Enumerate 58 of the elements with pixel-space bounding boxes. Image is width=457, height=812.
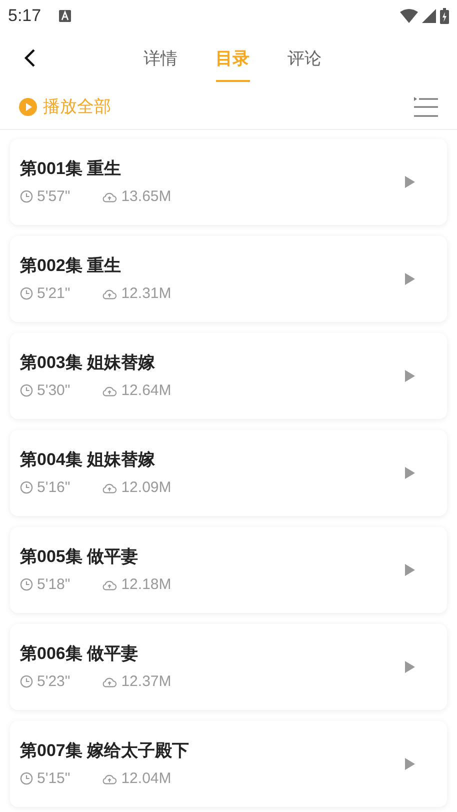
- episode-title: 第004集 姐妹替嫁: [20, 449, 156, 471]
- episode-title: 第005集 做平妻: [20, 546, 140, 568]
- cloud-upload-icon: [102, 578, 118, 591]
- play-icon[interactable]: [405, 661, 415, 673]
- cloud-upload-icon: [102, 676, 118, 688]
- episode-size: 12.18M: [121, 574, 172, 594]
- play-circle-icon: [19, 98, 37, 116]
- episode-title: 第001集 重生: [20, 158, 122, 180]
- episode-duration: 5'15": [37, 768, 70, 788]
- battery-icon: [440, 8, 449, 24]
- episode-size: 13.65M: [121, 186, 172, 206]
- play-icon[interactable]: [405, 370, 415, 382]
- episode-card[interactable]: 第002集 重生 5'21" 12.31M: [10, 236, 447, 322]
- cloud-upload-icon: [102, 288, 118, 300]
- episode-title: 第007集 嫁给太子殿下: [20, 740, 190, 762]
- clock-icon: [20, 578, 33, 592]
- cloud-upload-icon: [102, 190, 118, 203]
- clock-icon: [20, 772, 33, 786]
- tab[interactable]: 详情: [144, 34, 178, 82]
- cloud-upload-icon: [102, 482, 118, 494]
- play-icon[interactable]: [405, 176, 415, 188]
- episode-size: 12.64M: [121, 380, 172, 400]
- episode-card[interactable]: 第007集 嫁给太子殿下 5'15" 12.04M: [10, 721, 447, 807]
- tab[interactable]: 评论: [288, 34, 322, 82]
- episode-size: 12.04M: [121, 768, 172, 788]
- list-menu-button[interactable]: [414, 96, 438, 118]
- episode-duration: 5'23": [37, 672, 70, 692]
- clock-icon: [20, 287, 33, 300]
- episode-card[interactable]: 第006集 做平妻 5'23" 12.37M: [10, 624, 447, 710]
- episode-card[interactable]: 第003集 姐妹替嫁 5'30" 12.64M: [10, 333, 447, 419]
- episode-duration: 5'21": [37, 284, 70, 304]
- play-icon[interactable]: [405, 467, 415, 479]
- episode-size: 12.31M: [121, 284, 172, 304]
- episode-duration: 5'18": [37, 574, 70, 594]
- signal-icon: [422, 9, 436, 23]
- episode-card[interactable]: 第001集 重生 5'57" 13.65M: [10, 139, 447, 225]
- clock-icon: [20, 190, 33, 204]
- clock-icon: [20, 675, 33, 688]
- cloud-upload-icon: [102, 772, 118, 785]
- episode-duration: 5'57": [37, 186, 70, 206]
- episode-card[interactable]: 第004集 姐妹替嫁 5'16" 12.09M: [10, 430, 447, 516]
- episode-title: 第006集 做平妻: [20, 643, 140, 665]
- keyboard-app-icon: [59, 10, 72, 22]
- episode-title: 第003集 姐妹替嫁: [20, 352, 156, 374]
- episode-duration: 5'30": [37, 380, 70, 400]
- clock-icon: [20, 384, 33, 398]
- episode-title: 第002集 重生: [20, 255, 122, 277]
- cloud-upload-icon: [102, 384, 118, 397]
- play-icon[interactable]: [405, 758, 415, 770]
- play-icon[interactable]: [405, 273, 415, 285]
- play-icon[interactable]: [405, 564, 415, 576]
- episode-card[interactable]: 第005集 做平妻 5'18" 12.18M: [10, 527, 447, 613]
- episode-size: 12.09M: [121, 478, 172, 498]
- episode-duration: 5'16": [37, 478, 70, 498]
- status-time: 5:17: [8, 5, 42, 28]
- wifi-icon: [400, 9, 418, 23]
- clock-icon: [20, 481, 33, 494]
- episode-size: 12.37M: [121, 672, 172, 692]
